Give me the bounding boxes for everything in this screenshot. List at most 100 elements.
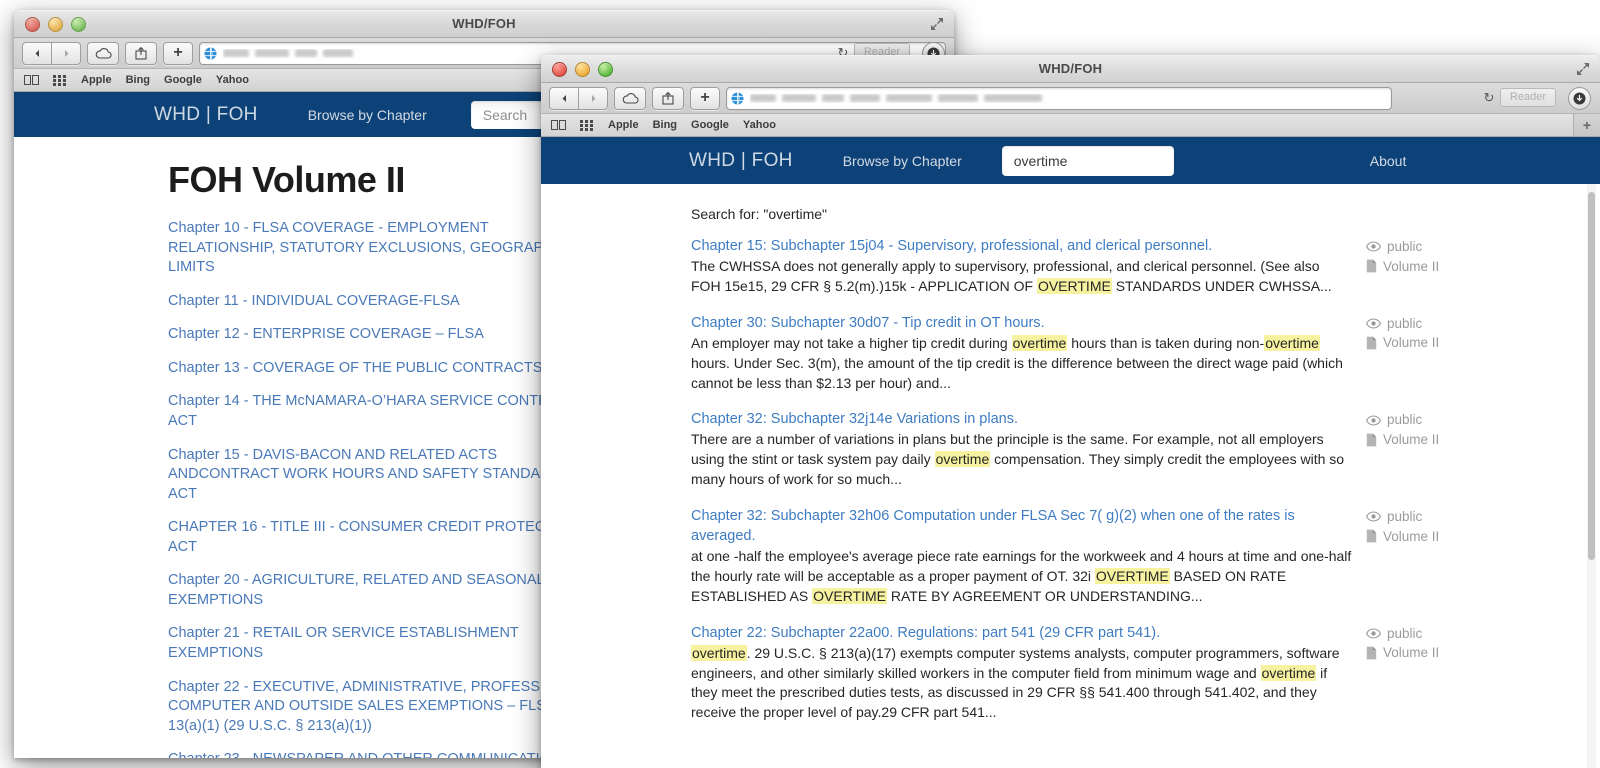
site-brand[interactable]: WHD | FOH — [154, 104, 258, 126]
bookmark-bing[interactable]: Bing — [653, 119, 677, 131]
forward-arrow-icon[interactable] — [51, 41, 81, 65]
highlight: overtime — [1011, 334, 1068, 351]
visibility-label: public — [1387, 509, 1423, 524]
eye-icon — [1366, 241, 1381, 252]
browse-by-chapter-link[interactable]: Browse by Chapter — [843, 153, 962, 169]
browse-by-chapter-link[interactable]: Browse by Chapter — [308, 107, 427, 123]
back-arrow-icon[interactable] — [549, 86, 578, 110]
search-result-title-link[interactable]: Chapter 30: Subchapter 30d07 - Tip credi… — [691, 313, 1352, 333]
visibility-label: public — [1387, 625, 1423, 641]
chapter-link[interactable]: Chapter 12 - ENTERPRISE COVERAGE – FLSA — [168, 325, 588, 345]
nav-buttons-group[interactable] — [549, 86, 608, 110]
front-site-nav[interactable]: WHD | FOH Browse by Chapter overtime Abo… — [541, 137, 1600, 184]
back-arrow-icon[interactable] — [22, 41, 51, 65]
visibility-row: public — [1366, 624, 1516, 644]
highlight: overtime — [934, 451, 991, 468]
scrollbar-thumb[interactable] — [1588, 192, 1595, 560]
icloud-tabs-icon[interactable] — [87, 41, 119, 65]
new-tab-button[interactable]: + — [163, 41, 193, 65]
bookmark-google[interactable]: Google — [691, 119, 729, 131]
chapter-link[interactable]: Chapter 11 - INDIVIDUAL COVERAGE-FLSA — [168, 292, 588, 312]
document-icon — [1366, 433, 1377, 447]
chapter-link[interactable]: CHAPTER 16 - TITLE III - CONSUMER CREDIT… — [168, 518, 588, 557]
front-window-titlebar[interactable]: WHD/FOH — [541, 55, 1600, 83]
back-window-titlebar[interactable]: WHD/FOH — [14, 10, 954, 38]
new-tab-button[interactable]: + — [690, 86, 720, 110]
downloads-icon[interactable] — [1568, 87, 1591, 110]
chapter-link[interactable]: Chapter 13 - COVERAGE OF THE PUBLIC CONT… — [168, 359, 588, 379]
chapter-link[interactable]: Chapter 21 - RETAIL OR SERVICE ESTABLISH… — [168, 624, 588, 663]
front-search-input[interactable]: overtime — [1001, 145, 1174, 176]
chapter-link[interactable]: Chapter 14 - THE McNAMARA-O’HARA SERVICE… — [168, 392, 588, 431]
search-result-body: Chapter 22: Subchapter 22a00. Regulation… — [691, 623, 1366, 724]
search-results-list: Chapter 15: Subchapter 15j04 - Superviso… — [691, 236, 1516, 723]
share-icon[interactable] — [652, 86, 684, 110]
globe-icon — [204, 46, 217, 60]
chapter-link[interactable]: Chapter 20 - AGRICULTURE, RELATED AND SE… — [168, 571, 588, 610]
icloud-tabs-icon[interactable] — [614, 86, 646, 110]
bookmark-yahoo[interactable]: Yahoo — [743, 119, 776, 131]
chapter-link[interactable]: Chapter 15 - DAVIS-BACON AND RELATED ACT… — [168, 446, 588, 505]
visibility-label: public — [1387, 412, 1423, 428]
search-result-item: Chapter 32: Subchapter 32j14e Variations… — [691, 409, 1516, 490]
share-icon[interactable] — [125, 41, 157, 65]
volume-row: Volume II — [1366, 430, 1516, 450]
document-icon — [1366, 259, 1377, 273]
back-window-title: WHD/FOH — [452, 16, 516, 31]
document-icon — [1366, 646, 1377, 660]
search-result-body: Chapter 30: Subchapter 30d07 - Tip credi… — [691, 313, 1366, 394]
fullscreen-icon[interactable] — [929, 16, 945, 32]
forward-arrow-icon[interactable] — [578, 86, 608, 110]
visibility-row: public — [1366, 314, 1516, 334]
visibility-label: public — [1387, 315, 1423, 331]
bookmark-yahoo[interactable]: Yahoo — [216, 74, 249, 86]
highlight: overtime — [1264, 334, 1320, 351]
search-result-meta: public Volume II — [1366, 409, 1516, 490]
about-link[interactable]: About — [1370, 153, 1407, 169]
eye-icon — [1366, 511, 1381, 522]
bookmark-apple[interactable]: Apple — [81, 74, 112, 86]
site-brand[interactable]: WHD | FOH — [689, 150, 793, 172]
reload-icon[interactable]: ↻ — [1478, 90, 1500, 106]
search-result-title-link[interactable]: Chapter 32: Subchapter 32h06 Computation… — [691, 506, 1352, 546]
reader-button[interactable]: Reader — [1499, 88, 1556, 107]
visibility-row: public — [1366, 507, 1516, 527]
address-bar-actions[interactable]: ↻ Reader — [1478, 88, 1556, 107]
url-text-blurred — [750, 94, 1387, 103]
search-result-title-link[interactable]: Chapter 22: Subchapter 22a00. Regulation… — [691, 623, 1352, 643]
top-sites-icon[interactable] — [580, 119, 594, 131]
highlight: overtime — [691, 644, 747, 661]
book-sidebar-icon[interactable] — [24, 74, 39, 86]
front-window-bookmarks-bar[interactable]: Apple Bing Google Yahoo + — [541, 114, 1600, 137]
browser-window-front[interactable]: WHD/FOH + ↻ Reader Apple Bing Google Yah… — [541, 55, 1600, 768]
search-result-item: Chapter 15: Subchapter 15j04 - Superviso… — [691, 236, 1516, 297]
nav-buttons-group[interactable] — [22, 41, 81, 65]
screen: WHD/FOH + ↻ Reader Apple Bing Google Yah… — [0, 0, 1600, 768]
chapter-link[interactable]: Chapter 23 - NEWSPAPER AND OTHER COMMUNI… — [168, 750, 588, 758]
book-sidebar-icon[interactable] — [551, 119, 566, 131]
chapter-link[interactable]: Chapter 10 - FLSA COVERAGE - EMPLOYMENT … — [168, 219, 588, 278]
bookmark-google[interactable]: Google — [164, 74, 202, 86]
top-sites-icon[interactable] — [53, 74, 67, 86]
highlight: OVERTIME — [1036, 277, 1112, 294]
bookmark-bing[interactable]: Bing — [126, 74, 150, 86]
document-icon — [1366, 529, 1377, 543]
add-tab-button[interactable]: + — [1573, 114, 1600, 136]
volume-row: Volume II — [1366, 643, 1516, 663]
bookmark-apple[interactable]: Apple — [608, 119, 639, 131]
chapter-link[interactable]: Chapter 22 - EXECUTIVE, ADMINISTRATIVE, … — [168, 678, 588, 737]
highlight: overtime — [1260, 664, 1317, 681]
front-window-toolbar[interactable]: + ↻ Reader — [541, 83, 1600, 114]
fullscreen-icon[interactable] — [1575, 61, 1591, 77]
highlight: OVERTIME — [1094, 567, 1170, 584]
search-result-snippet: at one -half the employee's average piec… — [691, 548, 1352, 604]
search-result-title-link[interactable]: Chapter 15: Subchapter 15j04 - Superviso… — [691, 236, 1352, 256]
front-page-content: Search for: "overtime" Chapter 15: Subch… — [541, 184, 1600, 768]
search-result-body: Chapter 15: Subchapter 15j04 - Superviso… — [691, 236, 1366, 297]
search-result-meta: public Volume II — [1366, 623, 1516, 724]
volume-label: Volume II — [1383, 431, 1440, 447]
search-result-body: Chapter 32: Subchapter 32h06 Computation… — [691, 506, 1366, 607]
address-bar[interactable] — [726, 86, 1392, 110]
search-result-item: Chapter 30: Subchapter 30d07 - Tip credi… — [691, 313, 1516, 394]
search-result-title-link[interactable]: Chapter 32: Subchapter 32j14e Variations… — [691, 409, 1352, 429]
